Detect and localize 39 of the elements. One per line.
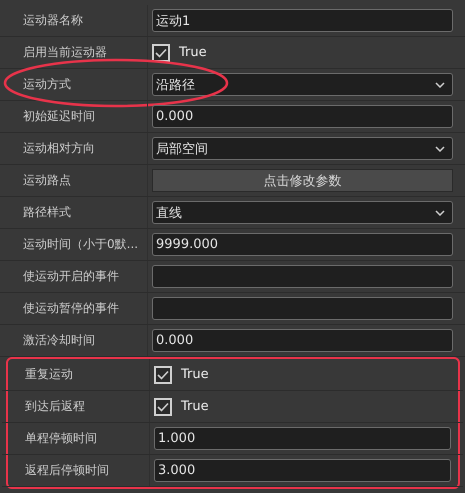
chevron-down-icon <box>435 82 445 88</box>
check-icon <box>155 48 167 58</box>
text-field[interactable] <box>152 265 453 288</box>
check-icon <box>157 402 169 412</box>
text-field[interactable]: 3.000 <box>154 459 451 482</box>
checkbox-label: True <box>181 399 209 414</box>
chevron-down-icon <box>435 146 445 152</box>
checkbox[interactable] <box>152 44 170 62</box>
checkbox-label: True <box>179 45 207 60</box>
property-label: 到达后返程 <box>2 391 150 422</box>
property-label: 运动时间（小于0默... <box>0 229 148 260</box>
dropdown[interactable]: 沿路径 <box>152 73 453 96</box>
checkbox[interactable] <box>154 398 172 416</box>
property-label: 重复运动 <box>2 359 150 390</box>
check-icon <box>157 370 169 380</box>
property-label: 使运动开启的事件 <box>0 261 148 292</box>
edit-parameters-button[interactable]: 点击修改参数 <box>152 169 453 192</box>
property-label: 单程停顿时间 <box>2 423 150 454</box>
property-label: 路径样式 <box>0 197 148 228</box>
property-label: 运动方式 <box>0 69 148 100</box>
text-field[interactable]: 9999.000 <box>152 233 453 256</box>
text-field[interactable]: 0.000 <box>152 329 453 352</box>
property-label: 使运动暂停的事件 <box>0 293 148 324</box>
text-field[interactable]: 1.000 <box>154 427 451 450</box>
property-label: 运动相对方向 <box>0 133 148 164</box>
text-field[interactable] <box>152 297 453 320</box>
property-label: 运动器名称 <box>0 5 148 36</box>
property-label: 运动路点 <box>0 165 148 196</box>
checkbox[interactable] <box>154 366 172 384</box>
dropdown[interactable]: 直线 <box>152 201 453 224</box>
text-field[interactable]: 0.000 <box>152 105 453 128</box>
chevron-down-icon <box>435 210 445 216</box>
text-field[interactable]: 运动1 <box>152 9 453 32</box>
property-label: 启用当前运动器 <box>0 37 148 68</box>
checkbox-label: True <box>181 367 209 382</box>
dropdown[interactable]: 局部空间 <box>152 137 453 160</box>
property-label: 返程后停顿时间 <box>2 455 150 486</box>
property-label: 激活冷却时间 <box>0 325 148 356</box>
property-label: 初始延迟时间 <box>0 101 148 132</box>
